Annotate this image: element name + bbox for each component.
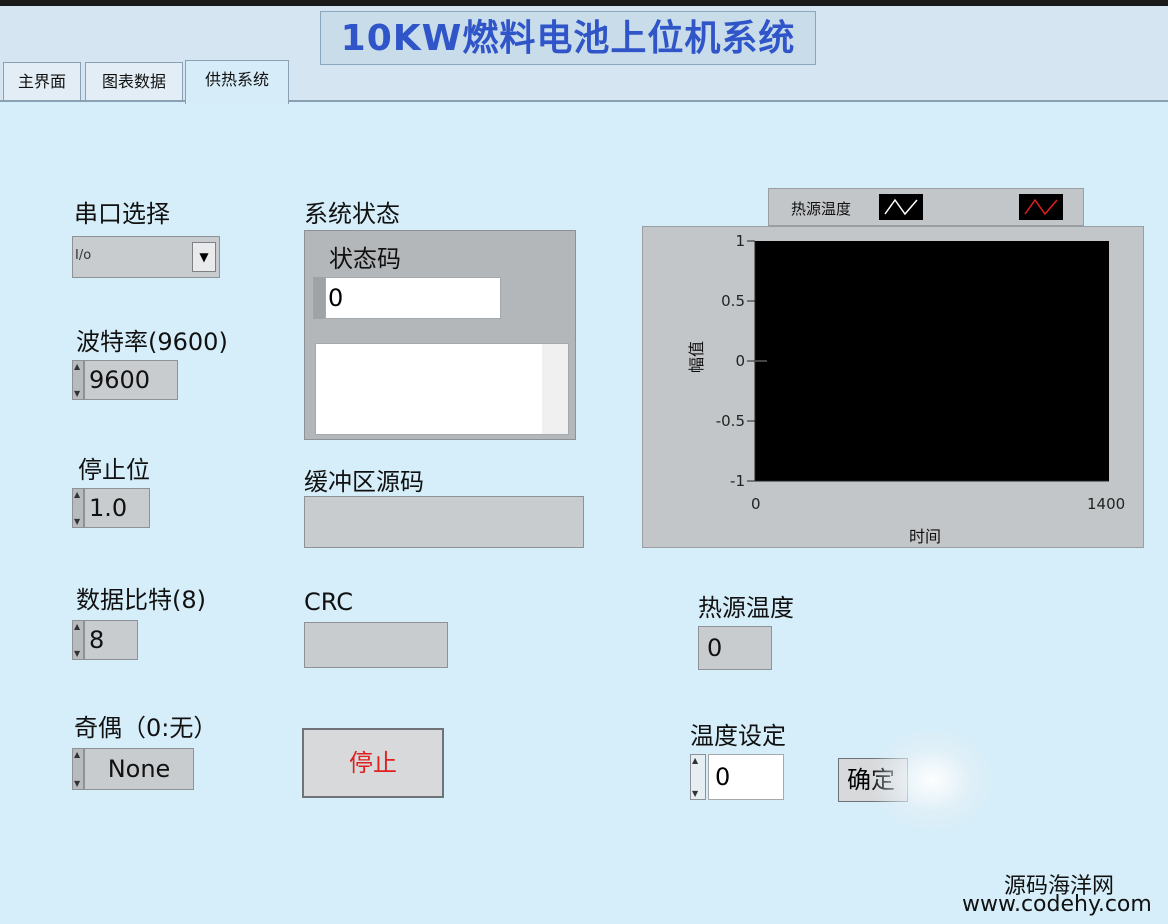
system-status-cluster: 状态码 0: [304, 230, 576, 440]
y-axis-label: 幅值: [687, 340, 707, 374]
baud-rate-field[interactable]: 9600: [84, 360, 178, 400]
stop-bits-field[interactable]: 1.0: [84, 488, 150, 528]
data-bits-spinner[interactable]: [72, 620, 84, 660]
y-tick-label: 0: [735, 352, 745, 370]
stop-button[interactable]: 停止: [302, 728, 444, 798]
temp-setpoint-label: 温度设定: [690, 722, 786, 750]
buffer-source-field: [304, 496, 584, 548]
graph-legend: 热源温度: [768, 188, 1084, 226]
temp-setpoint-spinner[interactable]: [690, 754, 706, 800]
legend-swatch-white-icon: [879, 194, 923, 220]
system-status-label: 系统状态: [304, 200, 400, 228]
crc-field: [304, 622, 448, 668]
tab-main[interactable]: 主界面: [3, 62, 81, 100]
status-code-field[interactable]: 0: [325, 277, 501, 319]
glare-overlay: [872, 730, 992, 830]
x-tick-label: 0: [751, 495, 761, 513]
status-scrollbar[interactable]: [542, 344, 568, 434]
watermark-url: www.codehy.com: [962, 892, 1152, 917]
status-string-display: [315, 343, 569, 435]
status-code-label: 状态码: [329, 245, 401, 273]
y-tick-label: -1: [730, 472, 745, 490]
data-bits-field[interactable]: 8: [84, 620, 138, 660]
app-title: 10KW燃料电池上位机系统: [320, 11, 816, 65]
buffer-source-label: 缓冲区源码: [304, 468, 424, 496]
heat-source-temp-display: 0: [698, 626, 772, 670]
crc-label: CRC: [304, 588, 353, 616]
chart-axes: [747, 240, 1109, 482]
parity-spinner[interactable]: [72, 748, 84, 790]
parity-label: 奇偶（0:无）: [74, 714, 218, 742]
temp-setpoint-field[interactable]: 0: [708, 754, 784, 800]
baud-rate-label: 波特率(9600): [76, 328, 228, 356]
serial-port-select[interactable]: I/o ▼: [72, 236, 220, 278]
data-bits-label: 数据比特(8): [76, 586, 206, 614]
chevron-down-icon[interactable]: ▼: [192, 242, 216, 272]
y-tick-label: -0.5: [715, 412, 745, 430]
y-tick-label: 0.5: [721, 292, 745, 310]
heat-source-temp-label: 热源温度: [698, 594, 794, 622]
waveform-chart: 0 1400 时间 幅值 1 0.5 0 -0.5 -1: [642, 226, 1144, 548]
legend-series-name: 热源温度: [791, 200, 852, 218]
stop-bits-label: 停止位: [78, 456, 150, 484]
legend-swatch-red-icon: [1019, 194, 1063, 220]
x-tick-label: 1400: [1087, 495, 1126, 513]
y-tick-label: 1: [735, 232, 745, 250]
x-axis-label: 时间: [909, 527, 942, 546]
serial-port-label: 串口选择: [74, 200, 170, 228]
parity-field[interactable]: None: [84, 748, 194, 790]
stop-bits-spinner[interactable]: [72, 488, 84, 528]
tab-chart-data[interactable]: 图表数据: [85, 62, 183, 100]
baud-rate-spinner[interactable]: [72, 360, 84, 400]
tab-heating-system[interactable]: 供热系统: [185, 60, 289, 104]
io-prefix: I/o: [75, 248, 92, 263]
